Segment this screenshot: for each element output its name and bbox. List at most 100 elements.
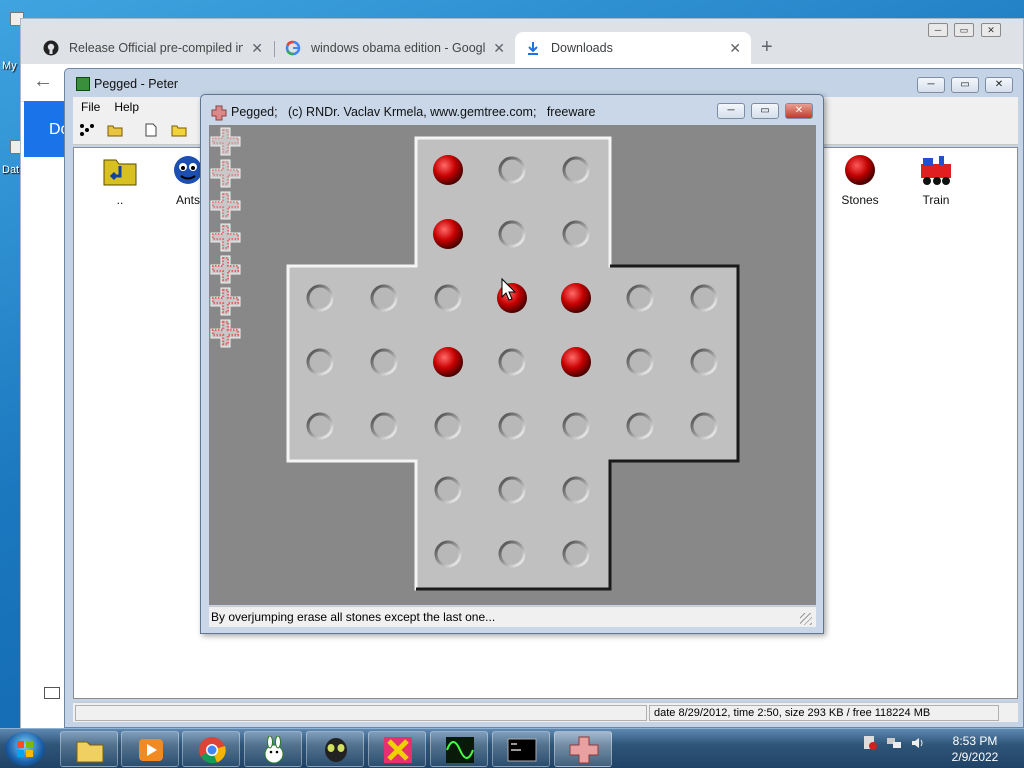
taskbar-chrome[interactable] <box>182 731 240 767</box>
empty-hole[interactable] <box>434 412 462 440</box>
empty-hole[interactable] <box>562 412 590 440</box>
close-button[interactable]: ✕ <box>785 103 813 119</box>
empty-hole[interactable] <box>434 540 462 568</box>
level-button[interactable] <box>210 319 241 348</box>
level-button[interactable] <box>210 255 241 284</box>
level-button[interactable] <box>210 159 241 188</box>
maximize-button[interactable]: ▭ <box>751 103 779 119</box>
new-tab-button[interactable]: + <box>761 36 773 59</box>
empty-hole[interactable] <box>498 348 526 376</box>
chrome-icon <box>199 737 226 764</box>
stone[interactable] <box>561 283 591 313</box>
status-bar: date 8/29/2012, time 2:50, size 293 KB /… <box>73 702 1018 722</box>
start-button[interactable] <box>5 732 45 766</box>
back-arrow-icon[interactable]: ← <box>33 70 53 93</box>
empty-hole[interactable] <box>562 220 590 248</box>
game-board[interactable] <box>209 125 816 605</box>
list-item-stones[interactable]: Stones <box>830 154 890 207</box>
empty-hole[interactable] <box>434 476 462 504</box>
stone[interactable] <box>433 155 463 185</box>
empty-hole[interactable] <box>626 284 654 312</box>
media-player-icon <box>139 739 163 761</box>
tree-icon[interactable] <box>79 123 95 137</box>
taskbar-pegged[interactable] <box>554 731 612 767</box>
clock[interactable]: 8:53 PM 2/9/2022 <box>940 733 1010 765</box>
taskbar-explorer[interactable] <box>60 731 118 767</box>
cross-board-icon <box>210 159 241 188</box>
close-icon[interactable]: ✕ <box>251 40 263 57</box>
empty-hole[interactable] <box>626 348 654 376</box>
stone[interactable] <box>433 347 463 377</box>
close-button[interactable]: ✕ <box>985 77 1013 93</box>
level-button[interactable] <box>210 191 241 220</box>
empty-hole[interactable] <box>434 284 462 312</box>
tab-downloads[interactable]: Downloads ✕ <box>515 32 751 64</box>
open-folder-icon[interactable] <box>107 123 123 137</box>
cross-board-icon <box>210 127 241 156</box>
empty-hole[interactable] <box>306 348 334 376</box>
volume-icon[interactable] <box>910 735 926 751</box>
empty-hole[interactable] <box>370 284 398 312</box>
network-icon[interactable] <box>886 735 902 751</box>
empty-hole[interactable] <box>498 476 526 504</box>
status-text: By overjumping erase all stones except t… <box>211 610 496 624</box>
empty-hole[interactable] <box>498 540 526 568</box>
level-button[interactable] <box>210 223 241 252</box>
x-icon <box>384 737 412 763</box>
tab-strip: Release Official pre-compiled ins ✕ wind… <box>21 19 1023 64</box>
list-item-train[interactable]: Train <box>906 154 966 207</box>
minimize-button[interactable]: ─ <box>917 77 945 93</box>
empty-hole[interactable] <box>370 412 398 440</box>
stone[interactable] <box>561 347 591 377</box>
empty-hole[interactable] <box>370 348 398 376</box>
stone[interactable] <box>433 219 463 249</box>
tab-release[interactable]: Release Official pre-compiled ins ✕ <box>33 32 273 64</box>
empty-hole[interactable] <box>690 348 718 376</box>
taskbar-x-game[interactable] <box>368 731 426 767</box>
rabbit-icon <box>264 736 284 764</box>
empty-hole[interactable] <box>562 156 590 184</box>
empty-hole[interactable] <box>498 156 526 184</box>
folder-icon[interactable] <box>171 123 187 137</box>
resize-grip[interactable] <box>800 613 812 625</box>
new-file-icon[interactable] <box>143 123 159 137</box>
menu-help[interactable]: Help <box>114 100 139 114</box>
empty-hole[interactable] <box>498 220 526 248</box>
taskbar-alien-game[interactable] <box>306 731 364 767</box>
taskbar-oscilloscope[interactable] <box>430 731 488 767</box>
empty-hole[interactable] <box>306 412 334 440</box>
close-button[interactable]: ✕ <box>981 23 1001 37</box>
pegged-icon <box>211 105 227 121</box>
taskbar-cmd[interactable] <box>492 731 550 767</box>
empty-hole[interactable] <box>306 284 334 312</box>
cross-board-icon <box>210 223 241 252</box>
maximize-button[interactable]: ▭ <box>951 77 979 93</box>
taskbar-media-player[interactable] <box>121 731 179 767</box>
empty-hole[interactable] <box>690 412 718 440</box>
close-icon[interactable]: ✕ <box>493 40 505 57</box>
taskbar: 8:53 PM 2/9/2022 <box>0 728 1024 768</box>
download-icon <box>525 40 541 56</box>
cross-board-icon <box>210 319 241 348</box>
sidebar-icon[interactable] <box>44 687 60 699</box>
stone-icon <box>845 155 875 185</box>
system-tray <box>862 735 926 751</box>
menu-file[interactable]: File <box>81 100 100 114</box>
taskbar-rabbit-game[interactable] <box>244 731 302 767</box>
close-icon[interactable]: ✕ <box>729 40 741 57</box>
empty-hole[interactable] <box>562 476 590 504</box>
empty-hole[interactable] <box>626 412 654 440</box>
minimize-button[interactable]: ─ <box>717 103 745 119</box>
empty-hole[interactable] <box>562 540 590 568</box>
action-center-icon[interactable] <box>862 735 878 751</box>
level-button[interactable] <box>210 127 241 156</box>
maximize-button[interactable]: ▭ <box>954 23 974 37</box>
tab-google[interactable]: windows obama edition - Google ✕ <box>275 32 515 64</box>
empty-hole[interactable] <box>690 284 718 312</box>
empty-hole[interactable] <box>498 412 526 440</box>
level-button[interactable] <box>210 287 241 316</box>
minimize-button[interactable]: ─ <box>928 23 948 37</box>
list-item-up[interactable]: .. <box>90 154 150 207</box>
google-icon <box>285 40 301 56</box>
page-heading: Do <box>24 101 68 157</box>
